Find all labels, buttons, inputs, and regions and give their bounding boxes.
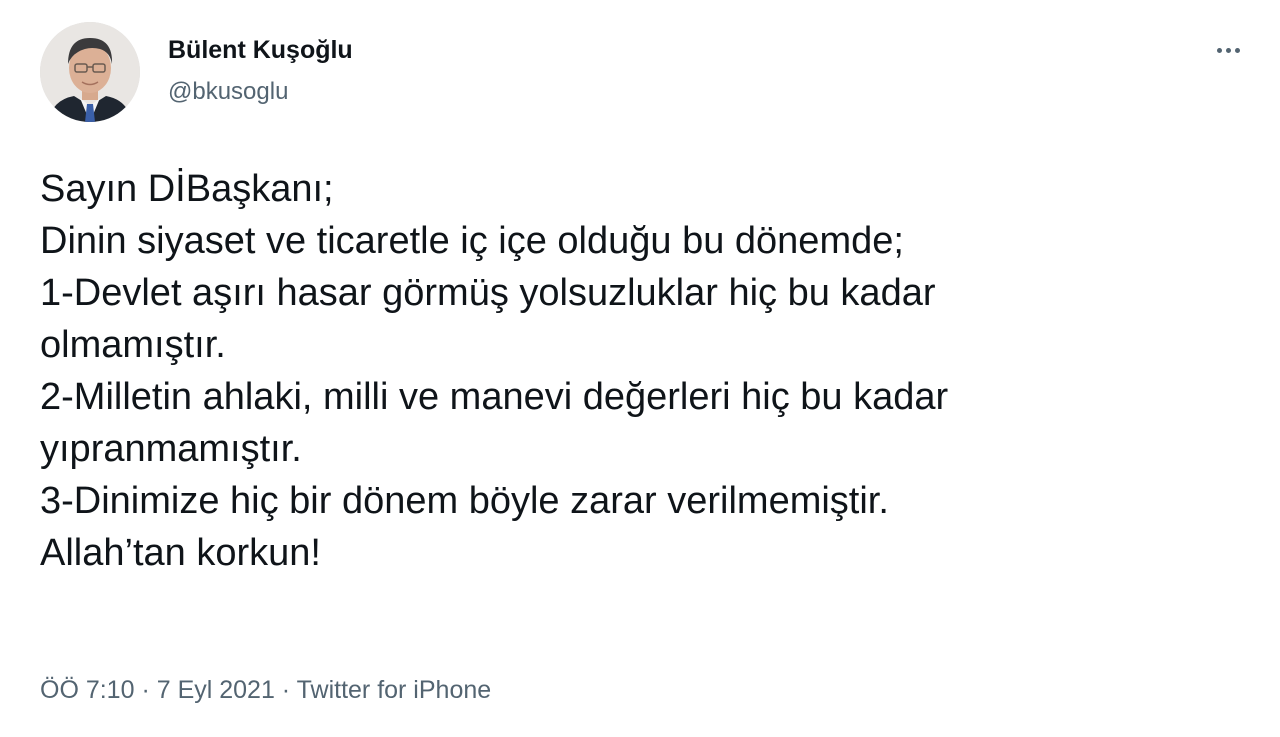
avatar-photo <box>40 22 140 122</box>
author-handle[interactable]: @bkusoglu <box>168 78 288 106</box>
author-display-name[interactable]: Bülent Kuşoğlu <box>168 36 353 65</box>
tweet-metadata: ÖÖ 7:10 · 7 Eyl 2021 · Twitter for iPhon… <box>40 676 491 705</box>
tweet-date[interactable]: 7 Eyl 2021 <box>157 676 275 704</box>
tweet-text-line: yıpranmamıştır. <box>40 428 302 470</box>
meta-separator: · <box>134 676 157 704</box>
more-horizontal-icon <box>1216 47 1240 53</box>
tweet-text-line: olmamıştır. <box>40 324 226 366</box>
tweet-card: Bülent Kuşoğlu @bkusoglu Sayın DİBaşkanı… <box>0 0 1280 737</box>
more-options-button[interactable] <box>1206 36 1250 64</box>
tweet-text-line: 2-Milletin ahlaki, milli ve manevi değer… <box>40 376 949 418</box>
tweet-text-line: 1-Devlet aşırı hasar görmüş yolsuzluklar… <box>40 272 936 314</box>
tweet-text-line: Sayın DİBaşkanı; <box>40 168 334 210</box>
tweet-time[interactable]: ÖÖ 7:10 <box>40 676 135 704</box>
tweet-text-line: 3-Dinimize hiç bir dönem böyle zarar ver… <box>40 480 889 522</box>
meta-separator: · <box>274 676 297 704</box>
tweet-text-line: Dinin siyaset ve ticaretle iç içe olduğu… <box>40 220 904 262</box>
tweet-text-line: Allah’tan korkun! <box>40 532 321 574</box>
avatar[interactable] <box>40 22 140 122</box>
tweet-text: Sayın DİBaşkanı; Dinin siyaset ve ticare… <box>40 163 1250 579</box>
tweet-source-link[interactable]: Twitter for iPhone <box>297 676 492 704</box>
